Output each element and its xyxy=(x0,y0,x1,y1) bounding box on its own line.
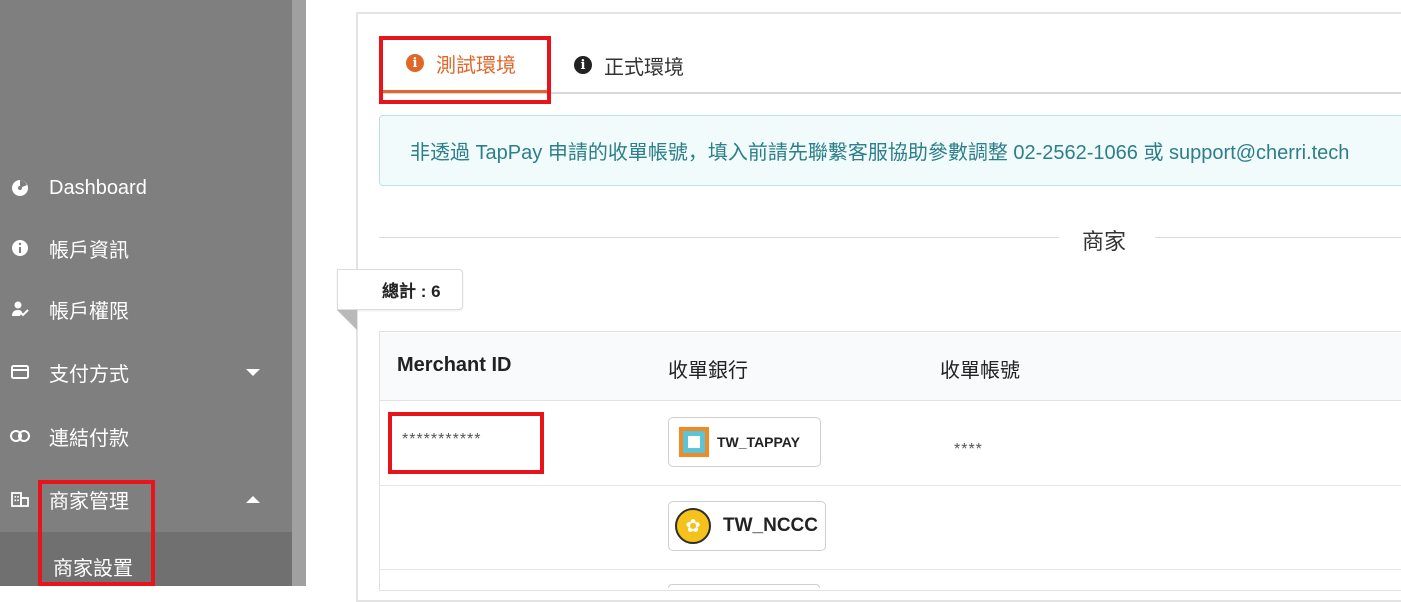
merchant-id-cell: *********** xyxy=(402,431,482,448)
credit-card-icon xyxy=(10,362,30,382)
sidebar-subitem-label: 商家設置 xyxy=(53,558,133,580)
merchant-table: Merchant ID 收單銀行 收單帳號 *********** TW_TAP… xyxy=(379,331,1401,591)
sidebar-item-dashboard[interactable]: Dashboard xyxy=(0,158,292,218)
nccc-logo-icon xyxy=(675,508,711,544)
sidebar-item-merchant-management[interactable]: 商家管理 xyxy=(0,469,292,529)
chevron-up-icon[interactable] xyxy=(246,495,260,503)
acquiring-account-cell: **** xyxy=(954,441,983,458)
alert-text: 非透過 TapPay 申請的收單帳號，填入前請先聯繫客服協助參數調整 02-25… xyxy=(410,142,1350,164)
column-header-acquiring-bank: 收單銀行 xyxy=(668,360,748,382)
tab-test-environment[interactable]: i 測試環境 xyxy=(380,36,548,93)
table-row[interactable]: *********** TW_TAPPAY **** xyxy=(380,401,1401,486)
section-divider-right xyxy=(1155,237,1401,238)
bank-badge-partial xyxy=(668,584,820,588)
table-row[interactable] xyxy=(380,570,1401,600)
sidebar-subitem-merchant-settings[interactable]: 商家設置 xyxy=(0,532,292,586)
building-icon xyxy=(10,489,30,509)
info-icon: i xyxy=(406,54,424,72)
bank-badge-nccc: TW_NCCC xyxy=(668,501,826,551)
sidebar-item-label: 帳戶資訊 xyxy=(49,239,129,262)
sidebar-logo-area xyxy=(0,0,276,112)
sidebar-item-label: 支付方式 xyxy=(49,363,129,386)
section-title: 商家 xyxy=(1082,229,1127,254)
column-header-merchant-id: Merchant ID xyxy=(397,354,512,376)
sidebar-item-account-permissions[interactable]: 帳戶權限 xyxy=(0,279,292,339)
tab-label: 正式環境 xyxy=(604,56,684,79)
bank-badge-tappay: TW_TAPPAY xyxy=(668,417,821,467)
sidebar-item-payment-methods[interactable]: 支付方式 xyxy=(0,342,292,402)
info-icon: i xyxy=(574,56,592,74)
user-check-icon xyxy=(10,299,30,319)
sidebar-item-label: Dashboard xyxy=(49,176,147,199)
sidebar-scroll-strip xyxy=(292,0,306,586)
info-icon xyxy=(10,238,30,258)
table-header: Merchant ID 收單銀行 收單帳號 xyxy=(380,332,1401,401)
sidebar-item-label: 連結付款 xyxy=(49,427,129,450)
table-row[interactable]: TW_NCCC xyxy=(380,486,1401,570)
bank-name: TW_TAPPAY xyxy=(717,434,800,450)
total-count-label: 總計 : 6 xyxy=(337,269,463,310)
tag-fold-decoration xyxy=(337,310,357,330)
sidebar-item-account-info[interactable]: 帳戶資訊 xyxy=(0,218,292,278)
tappay-logo-icon xyxy=(679,427,709,457)
sidebar-item-label: 商家管理 xyxy=(49,490,129,513)
column-header-acquiring-account: 收單帳號 xyxy=(940,360,1020,382)
section-divider-left xyxy=(379,237,1059,238)
link-icon xyxy=(10,426,30,446)
bank-name: TW_NCCC xyxy=(723,515,818,536)
tab-label: 測試環境 xyxy=(436,54,516,77)
sidebar-item-label: 帳戶權限 xyxy=(49,300,129,323)
chevron-down-icon[interactable] xyxy=(246,368,260,376)
dashboard-icon xyxy=(10,178,30,198)
sidebar: Dashboard 帳戶資訊 帳戶權限 支付方式 連結付款 商家管理 商家設置 xyxy=(0,0,292,586)
environment-tabs: i 測試環境 i 正式環境 xyxy=(380,36,1401,94)
tab-production-environment[interactable]: i 正式環境 xyxy=(570,36,720,94)
sidebar-item-payment-links[interactable]: 連結付款 xyxy=(0,406,292,466)
info-alert: 非透過 TapPay 申請的收單帳號，填入前請先聯繫客服協助參數調整 02-25… xyxy=(379,115,1401,186)
